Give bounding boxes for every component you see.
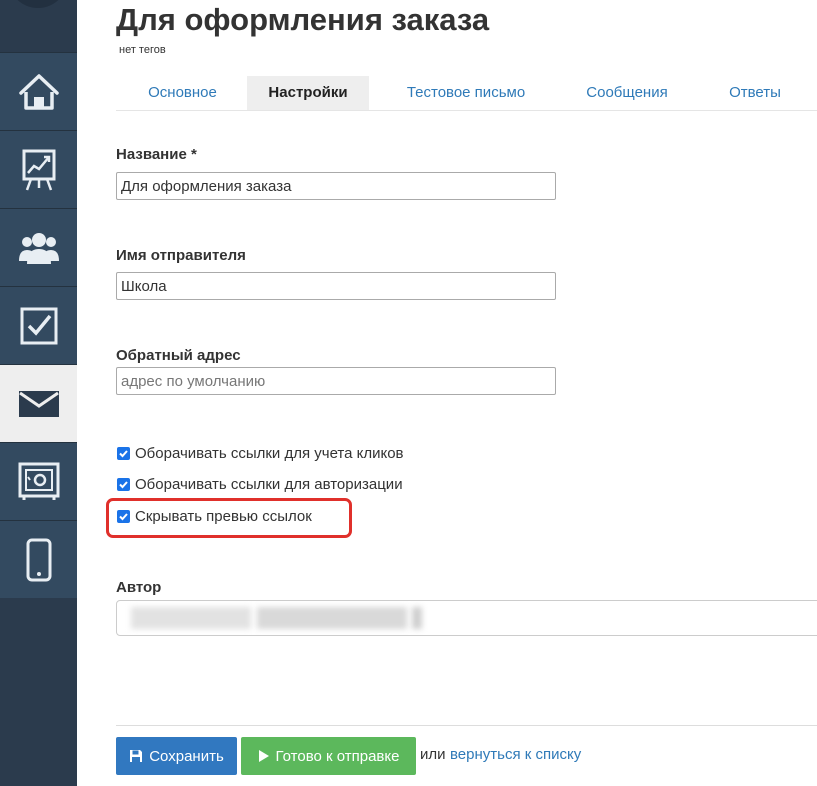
tab-bar: Основное Настройки Тестовое письмо Сообщ…: [116, 76, 817, 111]
phone-icon: [26, 538, 52, 582]
sidebar-item-mobile[interactable]: [0, 520, 77, 598]
checkbox-icon: [19, 306, 59, 346]
sidebar-item-home[interactable]: [0, 52, 77, 130]
sidebar-item-stats[interactable]: [0, 130, 77, 208]
main-content: Для оформления заказа нет тегов Основное…: [77, 0, 817, 786]
blurred-text: [412, 607, 422, 629]
sidebar-item-mail[interactable]: [0, 364, 77, 442]
safe-icon: [18, 462, 60, 502]
sidebar-item-safe[interactable]: [0, 442, 77, 520]
checkbox-label: Оборачивать ссылки для учета кликов: [135, 444, 404, 462]
highlight-annotation: [106, 498, 352, 538]
save-button[interactable]: Сохранить: [116, 737, 237, 775]
tab-settings[interactable]: Настройки: [247, 76, 369, 110]
author-select[interactable]: [116, 600, 817, 636]
checkbox-label: Оборачивать ссылки для авторизации: [135, 475, 403, 493]
checkbox-wrap-auth-links[interactable]: Оборачивать ссылки для авторизации: [117, 474, 403, 494]
reply-address-input[interactable]: [116, 367, 556, 395]
reply-address-label: Обратный адрес: [116, 347, 241, 364]
divider: [116, 725, 817, 726]
back-to-list-link[interactable]: вернуться к списку: [450, 746, 581, 763]
chart-board-icon: [21, 148, 57, 192]
avatar[interactable]: [8, 0, 68, 8]
blurred-text: [131, 607, 251, 629]
home-icon: [18, 73, 59, 111]
page-title: Для оформления заказа: [116, 2, 490, 37]
save-button-label: Сохранить: [149, 747, 224, 765]
mail-icon: [18, 390, 60, 418]
sidebar-item-tasks[interactable]: [0, 286, 77, 364]
blurred-text: [257, 607, 407, 629]
ready-to-send-button[interactable]: Готово к отправке: [241, 737, 416, 775]
sidebar: [0, 0, 77, 786]
or-text: или: [420, 746, 446, 763]
tags-label: нет тегов: [119, 44, 166, 56]
checkbox-wrap-click-links[interactable]: Оборачивать ссылки для учета кликов: [117, 443, 404, 463]
tab-main[interactable]: Основное: [116, 76, 249, 110]
sidebar-item-users[interactable]: [0, 208, 77, 286]
checkbox-checked-icon[interactable]: [117, 477, 130, 491]
ready-button-label: Готово к отправке: [275, 747, 400, 765]
floppy-disk-icon: [129, 749, 143, 763]
name-label: Название *: [116, 146, 197, 163]
tab-replies[interactable]: Ответы: [715, 76, 795, 110]
sender-label: Имя отправителя: [116, 247, 246, 264]
author-label: Автор: [116, 579, 162, 596]
name-input[interactable]: [116, 172, 556, 200]
play-icon: [258, 749, 270, 763]
checkbox-checked-icon[interactable]: [117, 446, 130, 460]
sender-input[interactable]: [116, 272, 556, 300]
users-icon: [18, 231, 60, 265]
tab-messages[interactable]: Сообщения: [572, 76, 682, 110]
tab-test-email[interactable]: Тестовое письмо: [393, 76, 539, 110]
